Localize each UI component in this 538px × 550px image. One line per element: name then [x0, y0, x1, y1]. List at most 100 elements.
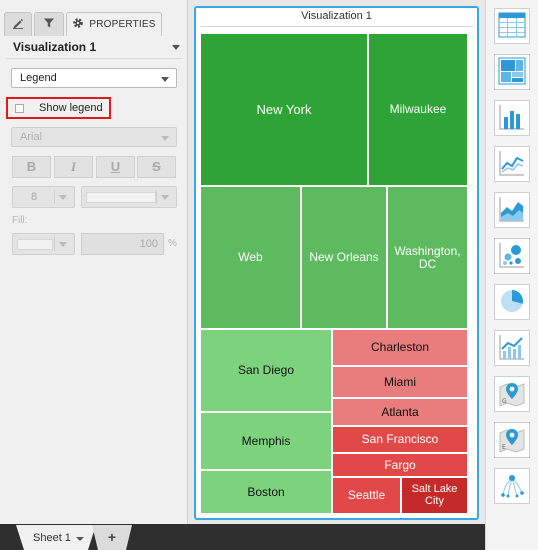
panel-title-row[interactable]: Visualization 1 [0, 36, 188, 58]
chevron-down-icon[interactable] [76, 537, 84, 541]
treemap-icon [498, 57, 526, 88]
treemap-cell[interactable]: New York [200, 33, 368, 186]
panel-tabs: PROPERTIES [0, 12, 188, 36]
italic-button[interactable]: I [54, 156, 93, 178]
show-legend-checkbox[interactable] [15, 104, 24, 113]
combo-chart-button[interactable] [494, 330, 530, 366]
font-size-select[interactable]: 8 [12, 186, 75, 208]
area-chart-icon [498, 195, 526, 226]
treemap-cell-label: Web [238, 250, 263, 265]
fill-opacity-input[interactable]: 100 [81, 233, 164, 255]
treemap-cell[interactable]: San Diego [200, 329, 332, 412]
fill-opacity-value: 100 [139, 238, 158, 250]
treemap-cell[interactable]: San Francisco [332, 426, 468, 453]
sheet-tab[interactable]: Sheet 1 [16, 525, 96, 550]
panel-divider [6, 58, 182, 59]
chevron-down-icon[interactable] [172, 45, 180, 50]
chevron-down-icon [161, 77, 169, 82]
area-chart-button[interactable] [494, 192, 530, 228]
section-select[interactable]: Legend [11, 68, 177, 88]
treemap-cell[interactable]: Memphis [200, 412, 332, 470]
sheet-tab-label: Sheet 1 [33, 532, 71, 544]
treemap-cell[interactable]: Washington, DC [387, 186, 468, 329]
show-legend-option[interactable]: Show legend [6, 97, 111, 119]
pie-chart-button[interactable] [494, 284, 530, 320]
geo-map-icon: E [498, 425, 526, 456]
network-chart-button[interactable] [494, 468, 530, 504]
color-swatch [86, 192, 156, 203]
treemap-cell[interactable]: Boston [200, 470, 332, 514]
treemap-cell[interactable]: Milwaukee [368, 33, 468, 186]
select-separator [54, 190, 55, 204]
canvas: Visualization 1 New York Milwaukee Web New … [188, 0, 485, 524]
treemap-cell-label: Fargo [384, 457, 416, 472]
section-select-value: Legend [20, 72, 57, 84]
filter-icon [43, 17, 55, 32]
sheet-tab-bar: Sheet 1 + [0, 524, 538, 550]
pencil-icon [12, 17, 24, 32]
table-button[interactable] [494, 8, 530, 44]
table-icon [498, 12, 526, 41]
properties-panel: PROPERTIES Visualization 1 Legend Show l… [0, 0, 188, 524]
svg-text:G: G [502, 398, 507, 405]
line-chart-button[interactable] [494, 146, 530, 182]
tab-edit[interactable] [4, 12, 32, 36]
font-select-value: Arial [20, 131, 43, 143]
font-select[interactable]: Arial [11, 127, 177, 147]
underline-button[interactable]: U [96, 156, 135, 178]
treemap-cell[interactable]: Web [200, 186, 301, 329]
treemap-cell-label: New York [256, 101, 312, 117]
bar-chart-icon [498, 103, 526, 134]
treemap-cell-label: Seattle [347, 488, 386, 503]
treemap-cell-label: Milwaukee [389, 102, 447, 117]
treemap-cell[interactable]: Charleston [332, 329, 468, 366]
tab-properties[interactable]: PROPERTIES [66, 12, 162, 36]
treemap-cell-label: Atlanta [381, 404, 419, 419]
treemap-cell-label: Boston [247, 484, 285, 499]
treemap-cell[interactable]: Fargo [332, 453, 468, 477]
visualization-title: Visualization 1 [301, 10, 372, 22]
font-color-select[interactable] [81, 186, 177, 208]
network-icon [498, 471, 526, 502]
select-separator [156, 190, 157, 204]
map-chart-button[interactable]: G [494, 376, 530, 412]
chevron-down-icon [161, 195, 169, 200]
visualization-frame[interactable]: Visualization 1 New York Milwaukee Web New … [194, 6, 479, 520]
treemap-cell-label: Memphis [241, 433, 291, 448]
treemap-cell-label: San Francisco [361, 432, 439, 447]
strikethrough-button[interactable]: S [137, 156, 176, 178]
bold-button[interactable]: B [12, 156, 51, 178]
treemap-cell[interactable]: New Orleans [301, 186, 387, 329]
select-separator [54, 237, 55, 251]
title-divider [200, 26, 473, 27]
treemap-cell[interactable]: Salt Lake City [401, 477, 468, 514]
bubble-chart-icon [498, 241, 526, 272]
bar-chart-button[interactable] [494, 100, 530, 136]
treemap-cell-label: Salt Lake City [411, 482, 458, 507]
treemap-cell-label: New Orleans [309, 250, 379, 265]
chevron-down-icon [161, 136, 169, 141]
pie-chart-icon [498, 287, 526, 318]
add-sheet-button[interactable]: + [92, 525, 132, 550]
treemap-button[interactable] [494, 54, 530, 90]
color-swatch [17, 239, 53, 250]
panel-title: Visualization 1 [13, 40, 97, 54]
percent-label: % [168, 238, 177, 249]
treemap-cell[interactable]: Atlanta [332, 398, 468, 426]
treemap-cell[interactable]: Miami [332, 366, 468, 398]
map-marker-icon: G [498, 379, 526, 410]
font-size-value: 8 [31, 191, 38, 203]
fill-color-select[interactable] [12, 233, 75, 255]
gear-icon [72, 17, 89, 32]
geo-map-button[interactable]: E [494, 422, 530, 458]
treemap-cell-label: Washington, DC [394, 243, 461, 271]
treemap-cell-label: Charleston [370, 340, 430, 355]
line-chart-icon [498, 149, 526, 180]
chevron-down-icon [59, 242, 67, 247]
tab-filter[interactable] [34, 12, 64, 36]
combo-chart-icon [498, 333, 526, 364]
treemap-cell[interactable]: Seattle [332, 477, 401, 514]
treemap-cell-label: Miami [384, 374, 416, 389]
svg-text:E: E [502, 444, 506, 451]
bubble-chart-button[interactable] [494, 238, 530, 274]
